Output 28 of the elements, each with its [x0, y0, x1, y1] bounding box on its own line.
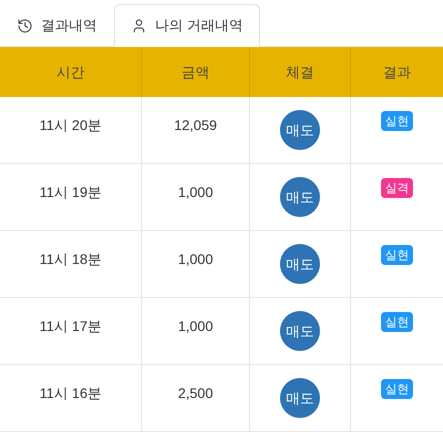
- result-badge: 실격: [381, 178, 413, 198]
- amount-cell-text: 12,059: [174, 116, 217, 135]
- tab[interactable]: 결과내역: [0, 4, 114, 47]
- trade-badge: 매도: [280, 110, 320, 150]
- result-badge: 실현: [381, 245, 413, 265]
- result-badge: 실현: [381, 379, 413, 399]
- column-header: 체결: [286, 62, 314, 82]
- result-badge: 실현: [381, 312, 413, 332]
- result-badge: 실현: [381, 111, 413, 131]
- amount-cell-text: 1,000: [178, 250, 214, 269]
- column-header: 금액: [182, 62, 210, 82]
- trade-badge: 매도: [280, 311, 320, 351]
- user-icon: [131, 18, 147, 34]
- trade-badge: 매도: [280, 244, 320, 284]
- trade-badge: 매도: [280, 378, 320, 418]
- time-cell-text: 11시 16분: [40, 384, 102, 403]
- time-cell-text: 11시 17분: [40, 317, 102, 336]
- column-header: 결과: [383, 62, 411, 82]
- time-cell-text: 11시 18분: [40, 250, 102, 269]
- tab[interactable]: 나의 거래내역: [114, 4, 260, 47]
- trade-badge: 매도: [280, 177, 320, 217]
- amount-cell-text: 1,000: [178, 183, 214, 202]
- column-header: 시간: [56, 62, 84, 82]
- amount-cell-text: 1,000: [178, 317, 214, 336]
- time-cell-text: 11시 19분: [40, 183, 102, 202]
- time-cell-text: 11시 20분: [40, 116, 102, 135]
- history-icon: [17, 18, 33, 34]
- amount-cell-text: 2,500: [178, 384, 214, 403]
